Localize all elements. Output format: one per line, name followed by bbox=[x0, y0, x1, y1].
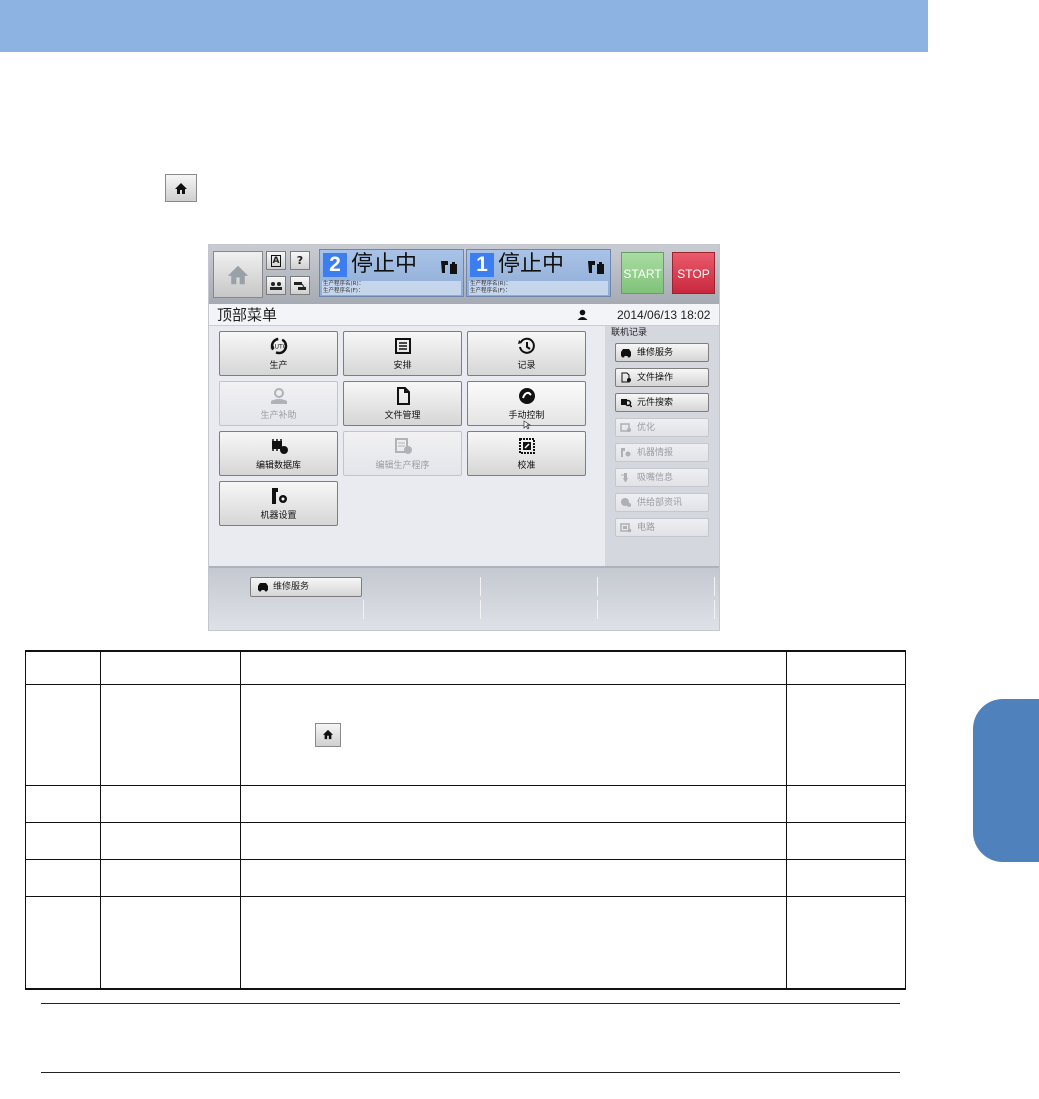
menu-schedule-button[interactable]: 安排 bbox=[343, 331, 462, 376]
lane-status: 停止中 bbox=[498, 252, 565, 277]
help-icon: ? bbox=[296, 254, 304, 267]
side-feeder-info-button[interactable]: 供给部资讯 bbox=[615, 493, 709, 512]
auto-cycle-icon: AUTO bbox=[271, 337, 288, 355]
lane-number: 1 bbox=[470, 253, 494, 277]
table-row bbox=[25, 784, 906, 823]
home-icon bbox=[227, 265, 249, 284]
menu-machine-settings-button[interactable]: 机器设置 bbox=[219, 481, 338, 526]
menu-production-assist-button[interactable]: 生产补助 bbox=[219, 381, 338, 426]
nozzle-info-icon bbox=[621, 473, 628, 482]
menu-history-button[interactable]: 记录 bbox=[467, 331, 586, 376]
title-bar: 顶部菜单 2014/06/13 18:02 bbox=[209, 304, 719, 326]
lane-program-info: 生产程序名(R)： 生产程序名(F)： bbox=[322, 281, 461, 295]
menu-calibrate-button[interactable]: 校准 bbox=[467, 431, 586, 476]
side-file-operation-button[interactable]: 文件操作 bbox=[615, 368, 709, 387]
program-edit-icon bbox=[395, 438, 412, 454]
shortcut-slot[interactable] bbox=[598, 600, 715, 619]
network-button[interactable] bbox=[290, 276, 310, 295]
lane-status: 停止中 bbox=[351, 252, 418, 277]
checklist-icon bbox=[395, 338, 411, 354]
shortcut-slot[interactable] bbox=[364, 577, 481, 596]
lane-2-status-panel[interactable]: 2 停止中 生产程序名(R)： 生产程序名(F)： bbox=[319, 249, 464, 297]
assist-hand-icon bbox=[271, 388, 287, 404]
lane-number: 2 bbox=[323, 253, 347, 277]
optimize-icon bbox=[620, 423, 631, 432]
shortcut-slot[interactable] bbox=[598, 577, 715, 596]
shortcut-bar: 维修服务 bbox=[209, 566, 719, 630]
file-operation-icon bbox=[621, 372, 631, 383]
menu-edit-program-button[interactable]: 编辑生产程序 bbox=[343, 431, 462, 476]
component-edit-icon bbox=[272, 439, 288, 454]
network-icon bbox=[294, 281, 306, 290]
lane-program-info: 生产程序名(R)： 生产程序名(F)： bbox=[469, 281, 608, 295]
machine-screen: A ? 2 停止中 生产程序名(R)： 生产程序名(F)： 1 停止中 生产程序… bbox=[208, 244, 720, 631]
table-row bbox=[25, 683, 906, 786]
service-car-icon bbox=[621, 349, 631, 358]
side-header: 联机记录 bbox=[611, 328, 648, 338]
chapter-tab bbox=[973, 699, 1039, 862]
home-button[interactable] bbox=[213, 251, 263, 298]
datetime: 2014/06/13 18:02 bbox=[617, 308, 711, 322]
menu-production-button[interactable]: AUTO 生产 bbox=[219, 331, 338, 376]
stop-button[interactable]: STOP bbox=[672, 252, 715, 294]
lane-1-status-panel[interactable]: 1 停止中 生产程序名(R)： 生产程序名(F)： bbox=[466, 249, 611, 297]
header-band bbox=[0, 0, 928, 52]
machine-manual-icon bbox=[441, 261, 457, 274]
machine-manual-icon bbox=[588, 261, 604, 274]
shortcut-slot[interactable] bbox=[250, 600, 364, 619]
side-circuit-button[interactable]: 电路 bbox=[615, 518, 709, 537]
side-part-search-button[interactable]: 元件搜索 bbox=[615, 393, 709, 412]
home-icon bbox=[165, 174, 197, 202]
operator-button[interactable] bbox=[266, 276, 286, 295]
side-machine-info-button[interactable]: 机器情报 bbox=[615, 443, 709, 462]
calibrate-icon bbox=[519, 438, 535, 454]
start-button[interactable]: START bbox=[621, 252, 664, 294]
description-table bbox=[25, 650, 906, 990]
service-car-icon bbox=[258, 583, 268, 592]
language-icon: A bbox=[270, 254, 282, 267]
home-icon bbox=[315, 722, 341, 747]
shortcut-slot[interactable] bbox=[481, 577, 598, 596]
menu-manual-control-button[interactable]: 手动控制 bbox=[467, 381, 586, 430]
table-row bbox=[25, 895, 906, 990]
table-row bbox=[25, 650, 906, 685]
side-optimize-button[interactable]: 优化 bbox=[615, 418, 709, 437]
circuit-icon bbox=[620, 523, 632, 533]
shortcut-slot[interactable] bbox=[481, 600, 598, 619]
shortcut-service-button[interactable]: 维修服务 bbox=[250, 577, 362, 597]
language-button[interactable]: A bbox=[266, 251, 286, 270]
user-icon bbox=[577, 309, 588, 320]
part-search-icon bbox=[621, 399, 632, 408]
document-icon bbox=[397, 387, 410, 405]
side-nozzle-info-button[interactable]: 吸嘴信息 bbox=[615, 468, 709, 487]
machine-settings-icon bbox=[272, 488, 287, 504]
machine-info-icon bbox=[621, 448, 631, 457]
page-title: 顶部菜单 bbox=[217, 306, 278, 324]
divider bbox=[41, 1072, 900, 1073]
feeder-info-icon bbox=[621, 498, 631, 507]
menu-file-management-button[interactable]: 文件管理 bbox=[343, 381, 462, 426]
table-row bbox=[25, 858, 906, 897]
table-row bbox=[25, 821, 906, 860]
users-icon bbox=[270, 281, 282, 290]
cursor-icon bbox=[523, 420, 531, 430]
svg-text:AUTO: AUTO bbox=[271, 344, 288, 351]
menu-edit-database-button[interactable]: 编辑数据库 bbox=[219, 431, 338, 476]
side-service-button[interactable]: 维修服务 bbox=[615, 343, 709, 362]
divider bbox=[41, 1003, 900, 1004]
manual-hand-icon bbox=[519, 388, 535, 404]
history-icon bbox=[518, 337, 535, 354]
help-button[interactable]: ? bbox=[290, 251, 310, 270]
shortcut-slot[interactable] bbox=[364, 600, 481, 619]
